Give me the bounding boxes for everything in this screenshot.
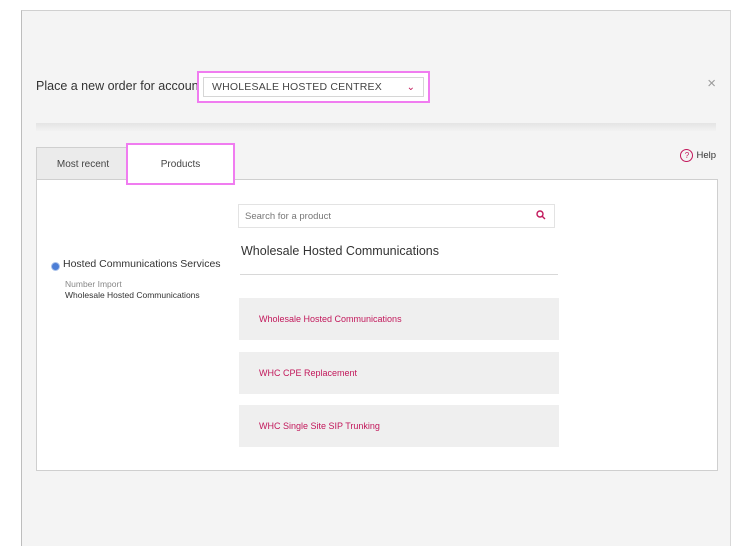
help-label: Help bbox=[696, 150, 716, 161]
tab-most-recent[interactable]: Most recent bbox=[36, 147, 130, 181]
category-subitem-number-import[interactable]: Number Import bbox=[65, 279, 122, 289]
product-item-whc-sip[interactable]: WHC Single Site SIP Trunking bbox=[239, 405, 559, 447]
category-radio-icon[interactable] bbox=[51, 262, 60, 271]
chevron-down-icon: ⌄ bbox=[406, 81, 415, 93]
category-subitem-wholesale[interactable]: Wholesale Hosted Communications bbox=[65, 290, 200, 300]
help-icon: ? bbox=[680, 149, 694, 162]
account-select-box[interactable]: WHOLESALE HOSTED CENTREX ⌄ bbox=[203, 77, 424, 97]
product-search[interactable]: Search for a product bbox=[238, 204, 555, 228]
close-icon[interactable]: × bbox=[707, 75, 716, 92]
account-select-value: WHOLESALE HOSTED CENTREX bbox=[212, 81, 382, 93]
search-input[interactable]: Search for a product bbox=[245, 211, 331, 222]
tab-products[interactable]: Products bbox=[126, 143, 235, 185]
place-order-label: Place a new order for account bbox=[36, 79, 203, 93]
section-title: Wholesale Hosted Communications bbox=[241, 244, 440, 258]
header-divider bbox=[36, 123, 716, 131]
account-select[interactable]: WHOLESALE HOSTED CENTREX ⌄ bbox=[197, 71, 430, 103]
title-divider bbox=[240, 274, 558, 275]
help-link[interactable]: ? Help bbox=[680, 149, 716, 162]
products-panel: Hosted Communications Services Number Im… bbox=[36, 179, 718, 471]
product-item-whc-cpe[interactable]: WHC CPE Replacement bbox=[239, 352, 559, 394]
category-hosted-communications[interactable]: Hosted Communications Services bbox=[63, 258, 221, 270]
order-modal: Place a new order for account WHOLESALE … bbox=[21, 10, 731, 546]
search-icon[interactable] bbox=[536, 209, 546, 223]
product-item-wholesale-hosted[interactable]: Wholesale Hosted Communications bbox=[239, 298, 559, 340]
